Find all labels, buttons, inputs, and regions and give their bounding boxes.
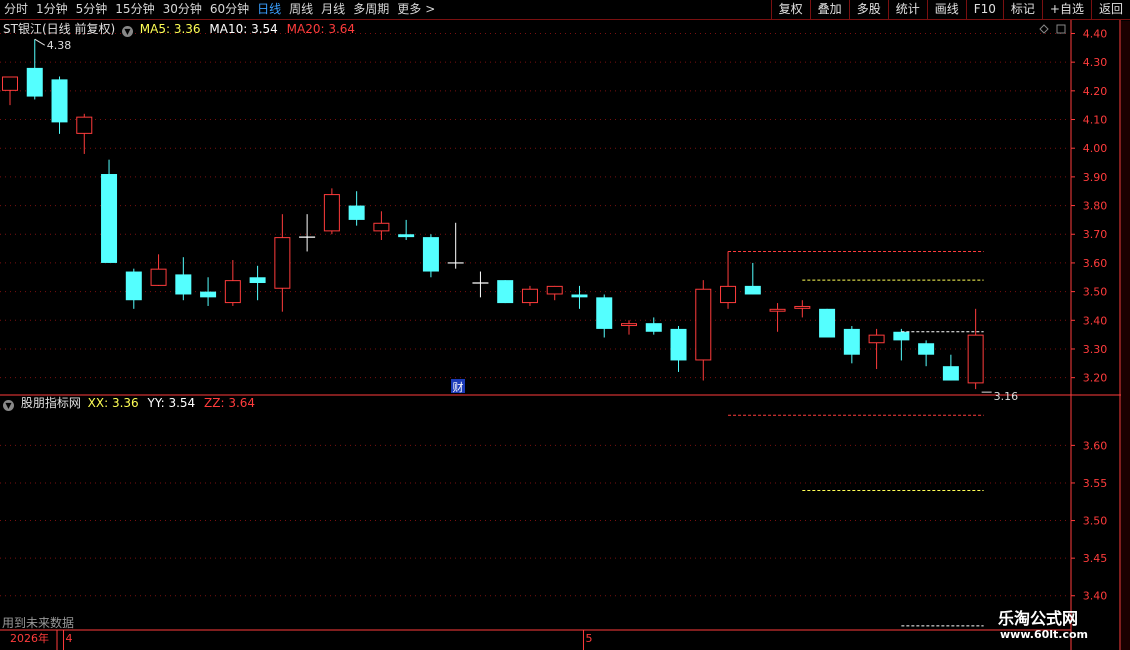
candle-body [101,174,118,263]
candle-body [348,205,365,220]
kline-chart: 4.40 4.30 4.20 4.10 4.00 3.90 3.80 3.70 3.60 3.50… [0,20,1130,650]
price-tick-label: 4.30 [1083,56,1108,69]
indicator-title[interactable]: 股朋指标网 [21,396,81,410]
price-tick-label: 3.80 [1083,200,1108,213]
indicator-tick-label: 3.55 [1083,477,1108,490]
candle-body [571,294,588,298]
price-tick-label: 4.40 [1083,27,1108,40]
candle-body [274,237,291,289]
candle-body [918,343,935,355]
candle-body [670,328,687,361]
zz-readout: ZZ: 3.64 [204,396,256,410]
candle-body [819,308,836,338]
chevron-down-icon[interactable]: ▼ [3,400,14,411]
yy-readout: YY: 3.54 [147,396,196,410]
price-tick-label: 3.90 [1083,171,1108,184]
candle-body [200,291,217,298]
ma5-readout: MA5: 3.36 [139,22,201,36]
indicator-tick-label: 3.45 [1083,552,1108,565]
price-tick-label: 4.20 [1083,85,1108,98]
candle-body [893,331,910,341]
window-restore-icon [1056,24,1066,34]
price-tick-label: 3.50 [1083,286,1108,299]
candle-body [150,268,167,286]
indicator-tick-label: 3.40 [1083,590,1108,603]
candle-body [2,76,18,91]
candle-body [76,116,93,134]
footer-note: 用到未来数据 [2,616,75,630]
candle-body [596,297,613,329]
finance-info-label[interactable]: 财 [453,380,464,394]
chevron-down-icon[interactable]: ▼ [121,26,133,37]
ma20-readout: MA20: 3.64 [286,22,356,36]
date-axis-label: 4 [66,632,73,645]
high-price-label: 4.38 [47,39,71,52]
xx-readout: XX: 3.36 [87,396,139,410]
low-price-label: 3.16 [994,390,1019,403]
date-axis-year: 2026年 [10,631,49,645]
candle-body [967,334,984,384]
price-tick-label: 4.00 [1083,142,1108,155]
candle-body [323,194,340,232]
indicator-header: ▼ 股朋指标网 XX: 3.36 YY: 3.54 ZZ: 3.64 [3,396,255,411]
price-tick-label: 4.10 [1083,114,1108,127]
main-chart-header: ST银江(日线 前复权) ▼ MA5: 3.36 MA10: 3.54 MA20… [3,22,355,37]
price-tick-label: 3.70 [1083,228,1108,241]
candle-body [744,285,761,295]
candle-body [51,79,68,123]
candle-body [497,280,514,304]
candle-body [546,285,563,295]
watermark-title: 乐淘公式网 [998,609,1079,628]
candle-body [769,308,786,312]
candle-body [422,237,439,272]
ma10-readout: MA10: 3.54 [209,22,278,36]
candle-body [720,285,737,304]
stock-title[interactable]: ST银江(日线 前复权) [3,22,115,36]
high-marker-arrow [34,38,46,46]
price-tick-label: 3.60 [1083,257,1108,270]
price-tick-label: 3.30 [1083,343,1108,356]
candle-body [175,274,192,295]
candle-body [621,323,637,327]
candle-body [843,328,860,355]
candle-body [794,305,811,309]
candle-body [695,288,712,361]
watermark: 乐淘公式网 www.60lt.com [985,603,1115,647]
price-tick-label: 3.20 [1083,372,1108,385]
candle-body [645,323,662,332]
watermark-url: www.60lt.com [1000,628,1089,641]
candle-body [125,271,142,301]
candle-body [249,277,266,284]
candle-body [398,234,415,238]
candle-body [224,280,241,304]
candle-body [942,366,959,381]
candle-body [373,222,390,232]
candle-body [521,288,538,304]
right-side-panel [1121,21,1130,650]
candle-body [868,334,885,344]
diamond-icon [1039,24,1049,34]
price-tick-label: 3.40 [1083,314,1108,327]
indicator-tick-label: 3.50 [1083,515,1108,528]
candle-body [26,67,43,97]
indicator-tick-label: 3.60 [1083,439,1108,452]
date-axis-label: 5 [585,632,592,645]
